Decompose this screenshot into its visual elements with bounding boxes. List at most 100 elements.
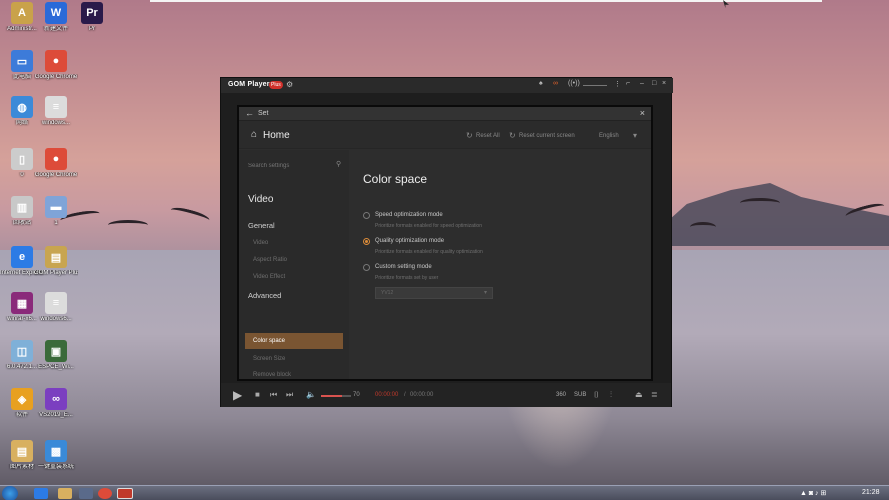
subtitle-button[interactable]: SUB — [574, 392, 586, 398]
volume-fill — [321, 395, 342, 397]
desktop-icon-glyph: ● — [45, 50, 67, 72]
vr-360-button[interactable]: 360 — [556, 392, 566, 398]
taskbar-folder-icon[interactable] — [58, 488, 72, 499]
playlist-icon[interactable]: ≣ — [651, 390, 658, 399]
desktop-icon-glyph: ◈ — [11, 388, 33, 410]
search-input[interactable] — [248, 160, 344, 172]
desktop-icon-glyph: ◍ — [11, 96, 33, 118]
sidebar-item-aspect-ratio[interactable]: Aspect Ratio — [253, 257, 287, 263]
home-icon[interactable]: ⌂ — [251, 129, 257, 140]
pin-icon[interactable]: ⋮ — [614, 80, 621, 88]
start-button[interactable] — [2, 486, 18, 500]
gear-icon[interactable]: ⚙ — [286, 80, 293, 89]
minimize-icon[interactable]: – — [640, 80, 644, 87]
desktop-icon[interactable]: Pr Pr — [70, 2, 114, 33]
sidebar-item-video[interactable]: Video — [253, 240, 268, 246]
desktop-icon-label: 1 — [54, 220, 58, 226]
prev-icon[interactable]: ⏮ — [270, 390, 277, 400]
desktop-icon-glyph: W — [45, 2, 67, 24]
settings-header: ← Set × — [239, 107, 651, 121]
sidebar-group-general[interactable]: General — [248, 221, 275, 230]
gom-player-window[interactable]: GOM Player Plus ⚙ ♠ ∞ ((•)) ⋮ ⌐ – □ × ← … — [220, 77, 673, 407]
gom-logo: GOM Player — [228, 81, 270, 88]
total-time: 00:00:00 — [410, 392, 434, 398]
desktop-icon[interactable]: ▩ 一键重装系统 — [34, 440, 78, 471]
desktop-icon-glyph: ▩ — [45, 440, 67, 462]
top-window-edge — [150, 0, 822, 2]
color-format-select[interactable]: YV12 ▾ — [375, 287, 493, 299]
desktop-icon-glyph: A — [11, 2, 33, 24]
stop-icon[interactable]: ■ — [255, 390, 260, 399]
taskbar: ▲ ◙ ♪ ⊞ 21:28 — [0, 485, 889, 500]
taskbar-clock[interactable]: 21:28 — [862, 489, 880, 496]
mini-mode-icon[interactable]: ⌐ — [626, 80, 630, 87]
custom-mode-label[interactable]: Custom setting mode — [375, 264, 432, 270]
maximize-icon[interactable]: □ — [652, 80, 656, 87]
volume-slider[interactable] — [321, 395, 351, 397]
reset-screen-button[interactable]: Reset current screen — [519, 133, 575, 139]
home-label[interactable]: Home — [263, 130, 290, 141]
desktop-icon-label: VS2019_E... — [39, 412, 73, 418]
custom-mode-desc: Prioritize formats set by user — [375, 275, 439, 281]
desktop-icon[interactable]: ≡ windows6... — [34, 292, 78, 323]
desktop-icon-glyph: ▭ — [11, 50, 33, 72]
camera-icon[interactable]: ⌷ — [594, 390, 599, 400]
equalizer-icon[interactable]: ⫶ — [610, 390, 612, 400]
wallpaper-bird — [169, 204, 211, 226]
desktop-icon[interactable]: ≡ windows... — [34, 96, 78, 127]
desktop-icon[interactable]: ● Google Chrome — [34, 148, 78, 179]
reset-all-icon[interactable]: ↻ — [466, 131, 473, 140]
language-select[interactable]: English — [599, 133, 619, 139]
close-icon[interactable]: × — [662, 80, 666, 87]
speed-mode-label[interactable]: Speed optimization mode — [375, 212, 443, 218]
desktop-icon[interactable]: ▬ 1 — [34, 196, 78, 227]
play-icon[interactable]: ▶ — [233, 388, 242, 402]
reset-all-button[interactable]: Reset All — [476, 133, 500, 139]
custom-mode-radio[interactable] — [363, 264, 370, 271]
tray-icons[interactable]: ▲ ◙ ♪ ⊞ — [800, 489, 826, 497]
desktop-icon-glyph: ▤ — [45, 246, 67, 268]
quality-mode-label[interactable]: Quality optimization mode — [375, 238, 444, 244]
search-icon[interactable]: ⚲ — [336, 160, 341, 168]
desktop-icon-label: GOM Player Plus V2.3.5... — [34, 270, 78, 276]
gom-plus-badge: Plus — [269, 81, 283, 89]
sidebar-item-video-effect[interactable]: Video Effect — [253, 274, 285, 280]
speed-mode-desc: Prioritize formats enabled for speed opt… — [375, 223, 482, 229]
desktop-icon-label: Pr — [89, 26, 95, 32]
broadcast-icon[interactable]: ((•)) — [568, 80, 580, 87]
opacity-slider[interactable] — [583, 85, 607, 86]
back-arrow-icon[interactable]: ← — [245, 108, 254, 118]
sidebar-section-video[interactable]: Video — [248, 194, 273, 205]
chevron-down-icon[interactable]: ▾ — [633, 131, 637, 140]
sidebar-group-advanced[interactable]: Advanced — [248, 291, 281, 300]
glasses-icon[interactable]: ∞ — [553, 80, 558, 87]
desktop-icon[interactable]: ▤ GOM Player Plus V2.3.5... — [34, 246, 78, 277]
settings-close-icon[interactable]: × — [640, 108, 645, 118]
desktop-icon[interactable]: ∞ VS2019_E... — [34, 388, 78, 419]
desktop-icon-label: windows... — [41, 120, 70, 126]
desktop-icon-glyph: ▬ — [45, 196, 67, 218]
taskbar-media-icon[interactable] — [79, 488, 93, 499]
settings-content: Color space Speed optimization mode Prio… — [349, 150, 651, 379]
volume-value: 70 — [353, 392, 360, 398]
desktop-icon[interactable]: ● Google Chrome — [34, 50, 78, 81]
speed-mode-radio[interactable] — [363, 212, 370, 219]
taskbar-chrome-icon[interactable] — [98, 488, 112, 499]
gom-title-bar[interactable]: GOM Player Plus ⚙ ♠ ∞ ((•)) ⋮ ⌐ – □ × — [221, 78, 673, 93]
quality-mode-radio[interactable] — [363, 238, 370, 245]
desktop-icon-glyph: ◫ — [11, 340, 33, 362]
sidebar-item-remove-block[interactable]: Remove block — [253, 372, 291, 378]
sidebar-item-screen-size[interactable]: Screen Size — [253, 356, 285, 362]
next-icon[interactable]: ⏭ — [286, 390, 293, 400]
eject-icon[interactable]: ⏏ — [635, 390, 643, 399]
desktop-icon[interactable]: ▣ ESPCE_Wi... — [34, 340, 78, 371]
taskbar-ie-icon[interactable] — [34, 488, 48, 499]
settings-dialog[interactable]: ← Set × ⌂ Home ↻ Reset All ↻ Reset curre… — [237, 105, 653, 381]
alert-icon[interactable]: ♠ — [539, 80, 543, 87]
wallpaper-bird — [740, 198, 780, 208]
reset-screen-icon[interactable]: ↻ — [509, 131, 516, 140]
desktop-icon-glyph: Pr — [81, 2, 103, 24]
taskbar-gom-icon[interactable] — [117, 488, 133, 499]
volume-icon[interactable]: 🔈 — [306, 390, 316, 399]
color-format-value: YV12 — [381, 290, 394, 296]
